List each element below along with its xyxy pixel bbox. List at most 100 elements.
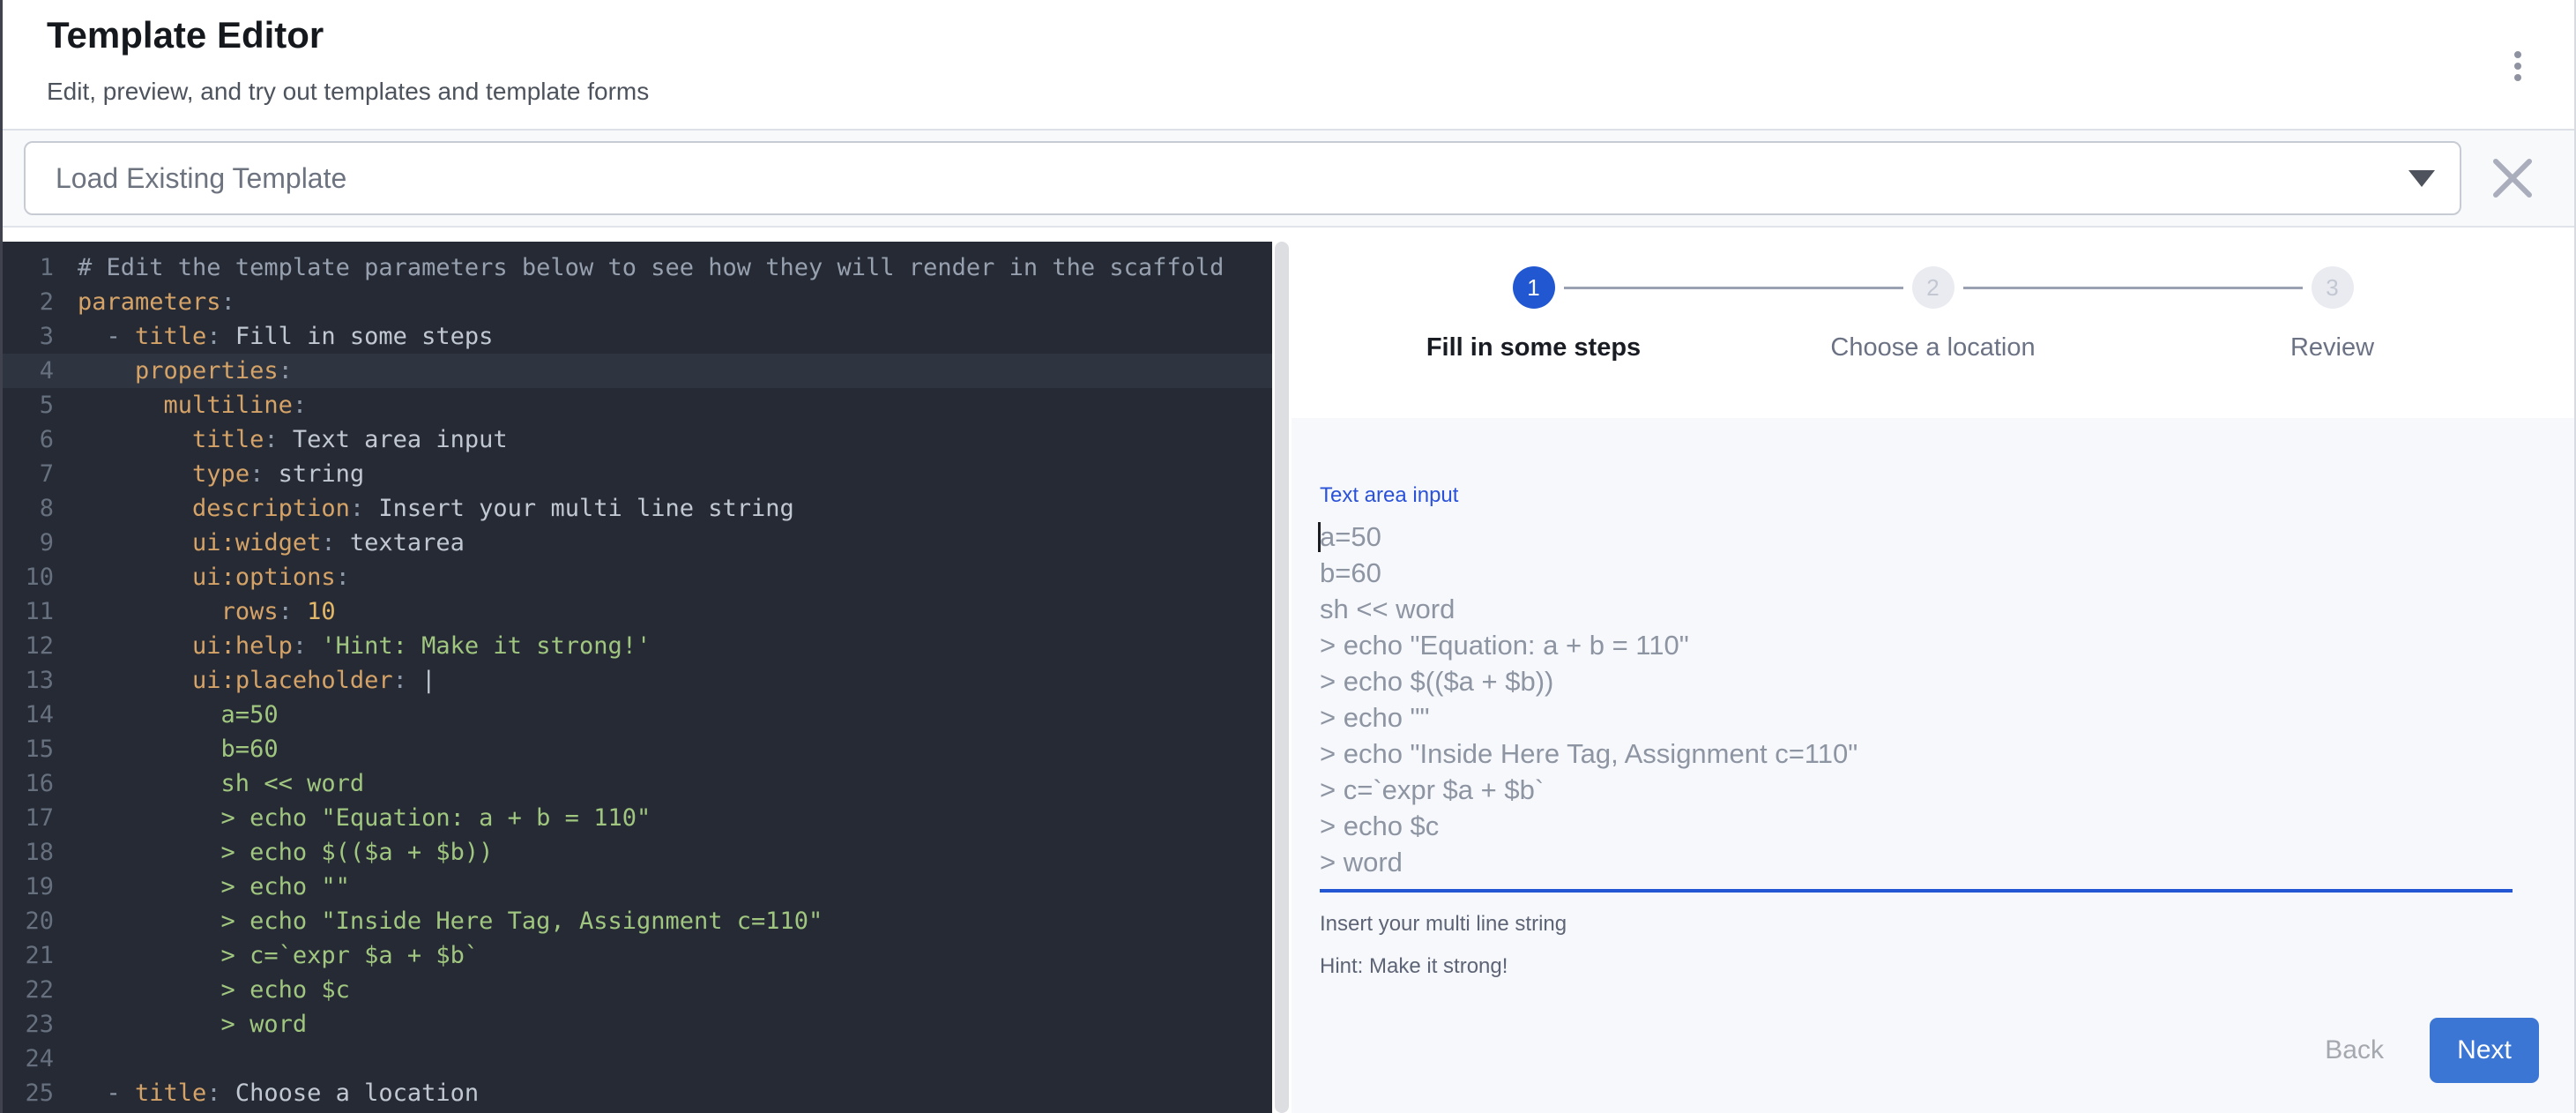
line-number: 12	[3, 629, 54, 663]
stepper-section: 1 Fill in some steps 2Choose a location 3 Re…	[1292, 228, 2574, 418]
page-subtitle: Edit, preview, and try out templates and…	[47, 78, 649, 106]
line-number: 20	[3, 904, 54, 938]
stepper-step: 1 Fill in some steps	[1334, 266, 1733, 362]
clear-icon	[2490, 156, 2535, 200]
code-line: 11 rows: 10	[3, 594, 1272, 629]
code-line: 10 ui:options:	[3, 560, 1272, 594]
line-number: 6	[3, 422, 54, 457]
dropdown-caret-icon	[2408, 170, 2435, 187]
step-number-badge: 3	[2312, 266, 2354, 309]
code-line: 15 b=60	[3, 732, 1272, 766]
code-text: sh << word	[78, 766, 364, 801]
code-text: b=60	[78, 732, 279, 766]
code-line: 13 ui:placeholder: |	[3, 663, 1272, 698]
line-number: 5	[3, 388, 54, 422]
template-preview-panel: 1 Fill in some steps 2Choose a location 3 Re…	[1292, 228, 2574, 1113]
template-toolbar: Load Existing Template	[3, 131, 2574, 228]
textarea-placeholder-line: sh << word	[1320, 591, 2513, 627]
textarea-placeholder-line: b=60	[1320, 555, 2513, 591]
textarea-placeholder-line: > echo $c	[1320, 808, 2513, 844]
code-line: 21 > c=`expr $a + $b`	[3, 938, 1272, 973]
code-line: 4 properties:	[3, 354, 1272, 388]
code-line: 18 > echo $(($a + $b))	[3, 835, 1272, 870]
field-description: Insert your multi line string	[1320, 912, 2513, 937]
load-existing-template-select[interactable]: Load Existing Template	[24, 141, 2461, 215]
code-text: rows: 10	[78, 594, 336, 629]
code-line: 23 > word	[3, 1007, 1272, 1042]
input-focus-underline	[1320, 889, 2513, 893]
line-number: 1	[3, 250, 54, 285]
step-label: Fill in some steps	[1426, 333, 1641, 362]
stepper-connector	[1963, 287, 2303, 289]
code-line: 25 - title: Choose a location	[3, 1076, 1272, 1110]
step-label: Review	[2290, 333, 2374, 362]
line-number: 7	[3, 457, 54, 491]
code-text: a=50	[78, 698, 279, 732]
next-button[interactable]: Next	[2430, 1018, 2539, 1083]
code-text: # Edit the template parameters below to …	[78, 250, 1224, 285]
form-section: Text area input a=50b=60sh << word> echo…	[1292, 418, 2574, 1018]
code-text: properties:	[78, 354, 293, 388]
code-text: ui:options:	[78, 560, 350, 594]
code-line: 16 sh << word	[3, 766, 1272, 801]
code-line: 3 - title: Fill in some steps	[3, 319, 1272, 354]
line-number: 13	[3, 663, 54, 698]
code-text: > echo $c	[78, 973, 350, 1007]
step-number-badge: 1	[1513, 266, 1555, 309]
line-number: 9	[3, 526, 54, 560]
textarea-placeholder-line: > echo "Equation: a + b = 110"	[1320, 627, 2513, 663]
code-text: > echo "Equation: a + b = 110"	[78, 801, 651, 835]
code-line: 17 > echo "Equation: a + b = 110"	[3, 801, 1272, 835]
code-text: title: Text area input	[78, 422, 508, 457]
line-number: 17	[3, 801, 54, 835]
code-line: 8 description: Insert your multi line st…	[3, 491, 1272, 526]
code-line: 22 > echo $c	[3, 973, 1272, 1007]
line-number: 4	[3, 354, 54, 388]
code-text: ui:help: 'Hint: Make it strong!'	[78, 629, 651, 663]
more-options-icon	[2514, 51, 2521, 58]
stepper: 1 Fill in some steps 2Choose a location 3 Re…	[1334, 266, 2532, 362]
code-line: 9 ui:widget: textarea	[3, 526, 1272, 560]
code-line: 19 > echo ""	[3, 870, 1272, 904]
stepper-step-inner: 1 Fill in some steps	[1334, 266, 1733, 362]
select-placeholder: Load Existing Template	[56, 162, 346, 195]
resizer-handle[interactable]	[1275, 242, 1289, 1113]
line-number: 24	[3, 1042, 54, 1076]
clear-template-button[interactable]	[2488, 153, 2537, 203]
line-number: 22	[3, 973, 54, 1007]
page-header: Template Editor Edit, preview, and try o…	[3, 0, 2574, 131]
code-line: 24	[3, 1042, 1272, 1076]
code-line: 2 parameters:	[3, 285, 1272, 319]
line-number: 19	[3, 870, 54, 904]
line-number: 8	[3, 491, 54, 526]
step-number-badge: 2	[1912, 266, 1954, 309]
textarea-placeholder-line: > word	[1320, 844, 2513, 880]
page-title: Template Editor	[47, 12, 649, 58]
code-line: 14 a=50	[3, 698, 1272, 732]
line-number: 10	[3, 560, 54, 594]
line-number: 16	[3, 766, 54, 801]
wizard-footer: Back Next	[1292, 1018, 2574, 1113]
code-text: parameters:	[78, 285, 235, 319]
textarea-placeholder-line: a=50	[1320, 519, 2513, 555]
page-header-text: Template Editor Edit, preview, and try o…	[47, 12, 649, 129]
textarea-placeholder-line: > echo "Inside Here Tag, Assignment c=11…	[1320, 736, 2513, 772]
code-text: description: Insert your multi line stri…	[78, 491, 794, 526]
line-number: 15	[3, 732, 54, 766]
stepper-step: 2Choose a location	[1733, 266, 2133, 362]
multiline-textarea[interactable]: a=50b=60sh << word> echo "Equation: a + …	[1320, 519, 2513, 880]
code-text: > echo ""	[78, 870, 350, 904]
code-line: 20 > echo "Inside Here Tag, Assignment c…	[3, 904, 1272, 938]
code-editor[interactable]: 1 # Edit the template parameters below to…	[3, 242, 1272, 1113]
code-text: - title: Choose a location	[78, 1076, 479, 1110]
back-button[interactable]: Back	[2325, 1035, 2384, 1065]
line-number: 11	[3, 594, 54, 629]
template-editor-window: Template Editor Edit, preview, and try o…	[0, 0, 2576, 1113]
stepper-step-inner: 2Choose a location	[1733, 266, 2133, 362]
panel-resizer[interactable]	[1272, 228, 1292, 1113]
code-text: multiline:	[78, 388, 307, 422]
line-number: 2	[3, 285, 54, 319]
stepper-connector	[1564, 287, 1903, 289]
code-text: > c=`expr $a + $b`	[78, 938, 479, 973]
more-options-button[interactable]	[2505, 42, 2530, 90]
